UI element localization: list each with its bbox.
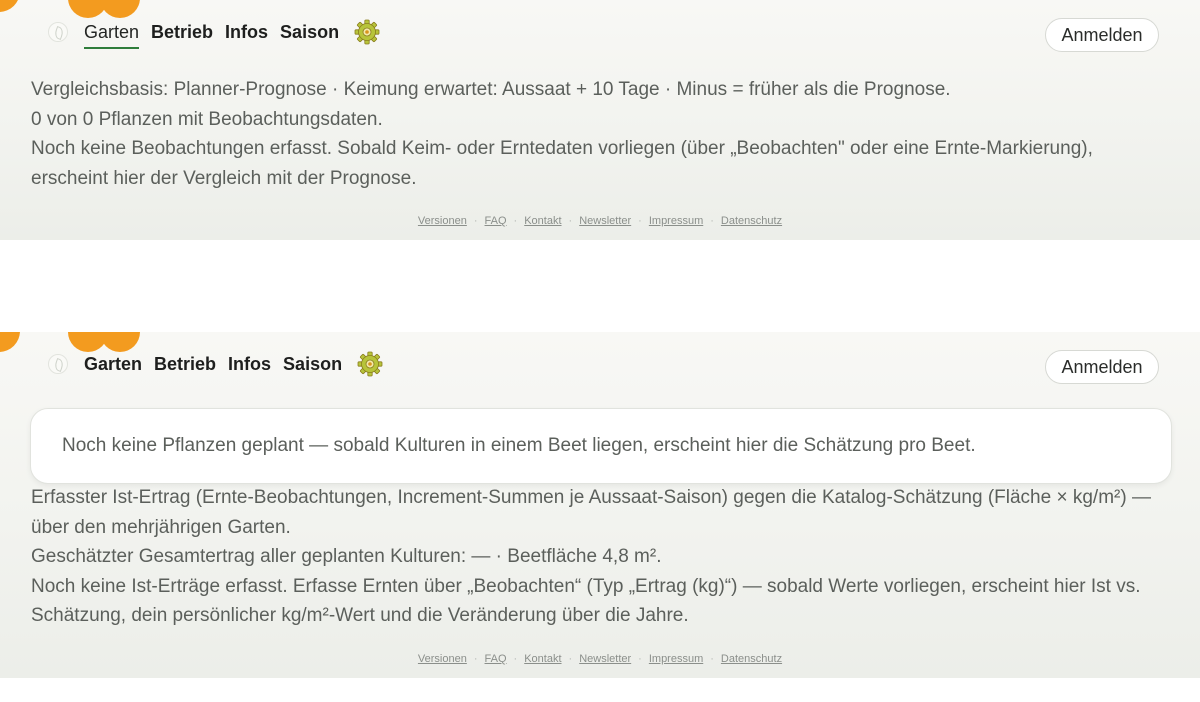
forecast-comparison-text: Vergleichsbasis: Planner-Prognose · Keim…: [31, 75, 1171, 193]
footer-link-newsletter[interactable]: Newsletter: [579, 653, 631, 665]
empty-state-line: Noch keine Beobachtungen erfasst. Sobald…: [31, 138, 1093, 189]
empty-state-line: Noch keine Ist-Erträge erfasst. Erfasse …: [31, 575, 1141, 627]
comparison-basis-line: Vergleichsbasis: Planner-Prognose · Keim…: [31, 79, 951, 100]
login-button[interactable]: Anmelden: [1045, 18, 1159, 52]
footer-link-kontakt[interactable]: Kontakt: [524, 215, 561, 227]
gear-icon[interactable]: [356, 350, 384, 378]
main-nav: Garten Betrieb Infos Saison: [48, 18, 381, 49]
footer-link-datenschutz[interactable]: Datenschutz: [721, 215, 782, 227]
observation-count-line: 0 von 0 Pflanzen mit Beobachtungsdaten.: [31, 108, 383, 130]
footer-link-faq[interactable]: FAQ: [485, 215, 507, 227]
footer-link-versionen[interactable]: Versionen: [418, 653, 467, 665]
leaf-logo-icon[interactable]: [48, 22, 68, 42]
nav-infos[interactable]: Infos: [225, 22, 268, 43]
nav-saison[interactable]: Saison: [280, 22, 339, 43]
footer-link-impressum[interactable]: Impressum: [649, 653, 703, 665]
estimated-total-line: Geschätzter Gesamtertrag aller geplanten…: [31, 546, 662, 567]
yield-description-line: Erfasster Ist-Ertrag (Ernte-Beobachtunge…: [31, 487, 1151, 538]
login-button[interactable]: Anmelden: [1045, 350, 1159, 384]
nav-garten[interactable]: Garten: [84, 22, 140, 49]
decor-blob: [100, 0, 140, 18]
footer-link-datenschutz[interactable]: Datenschutz: [721, 653, 782, 665]
footer-link-faq[interactable]: FAQ: [485, 653, 507, 665]
nav-infos[interactable]: Infos: [228, 354, 271, 375]
decor-blob: [0, 0, 20, 12]
footer-link-kontakt[interactable]: Kontakt: [524, 653, 561, 665]
nav-garten[interactable]: Garten: [84, 354, 142, 375]
no-plants-message: Noch keine Pflanzen geplant — sobald Kul…: [62, 435, 976, 456]
footer-link-impressum[interactable]: Impressum: [649, 215, 703, 227]
top-panel: Garten Betrieb Infos Saison Anmelden Ver…: [0, 0, 1200, 240]
footer-link-versionen[interactable]: Versionen: [418, 215, 467, 227]
bed-estimate-card: Noch keine Pflanzen geplant — sobald Kul…: [30, 408, 1172, 484]
nav-betrieb[interactable]: Betrieb: [154, 354, 216, 375]
main-nav: Garten Betrieb Infos Saison: [48, 350, 384, 378]
decor-blob: [100, 332, 140, 352]
nav-betrieb[interactable]: Betrieb: [151, 22, 213, 43]
decor-blob: [0, 332, 20, 352]
footer: Versionen · FAQ · Kontakt · Newsletter · Impress…: [417, 653, 783, 665]
footer-link-newsletter[interactable]: Newsletter: [579, 215, 631, 227]
footer: Versionen · FAQ · Kontakt · Newsletter · Impress…: [417, 215, 783, 227]
gear-icon[interactable]: [353, 18, 381, 46]
yield-comparison-text: Erfasster Ist-Ertrag (Ernte-Beobachtunge…: [31, 483, 1171, 631]
bottom-panel: Garten Betrieb Infos Saison Anmelden Noc…: [0, 332, 1200, 678]
nav-saison[interactable]: Saison: [283, 354, 342, 375]
leaf-logo-icon[interactable]: [48, 354, 68, 374]
